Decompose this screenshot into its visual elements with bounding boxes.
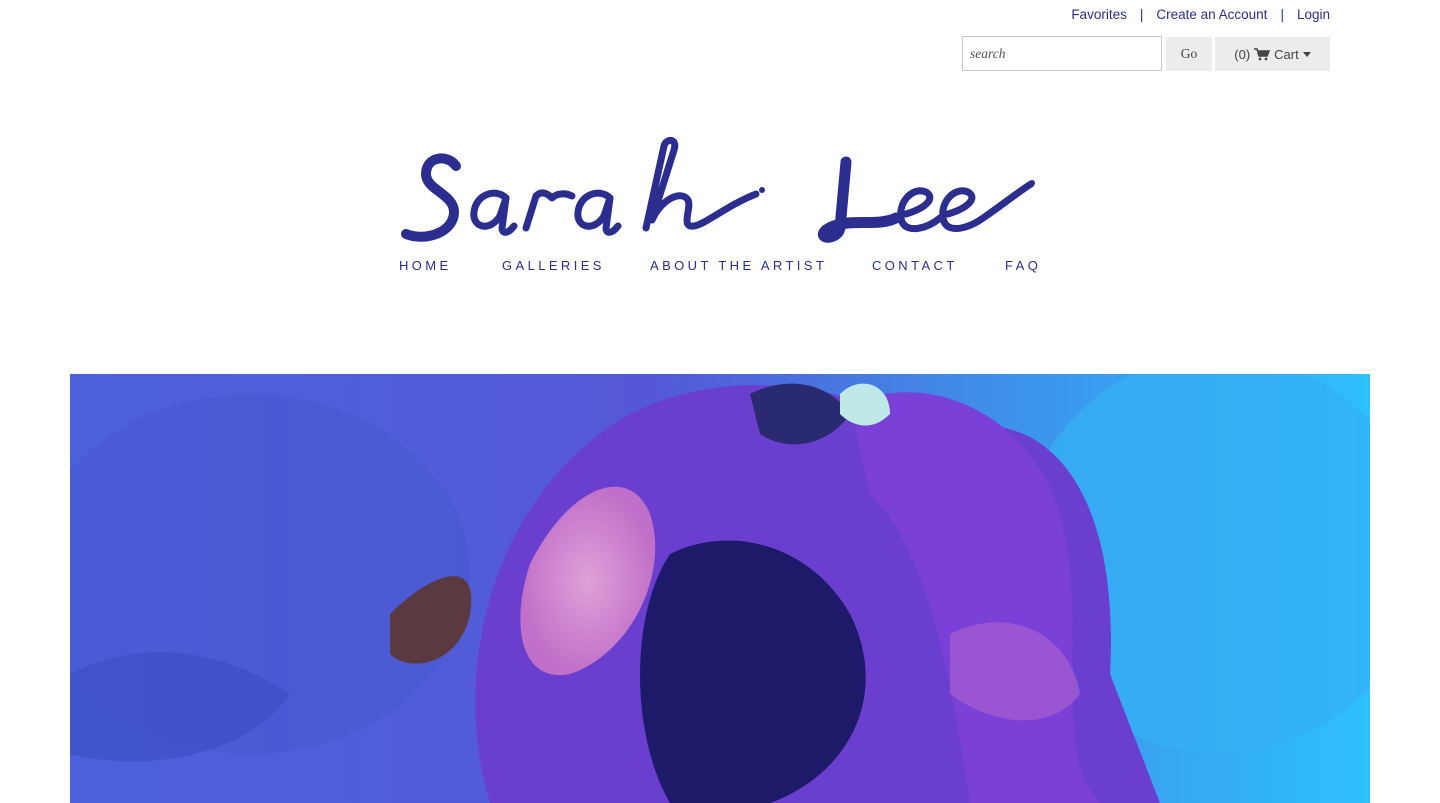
hero-image (70, 374, 1370, 803)
cart-button[interactable]: (0) Cart (1215, 37, 1330, 71)
link-separator: | (1280, 7, 1284, 22)
main-nav: HOME GALLERIES ABOUT THE ARTIST CONTACT … (399, 258, 1059, 276)
nav-item-home[interactable]: HOME (399, 258, 452, 273)
account-links: Favorites | Create an Account | Login (1071, 7, 1330, 22)
shopping-cart-icon (1254, 47, 1271, 61)
favorites-link[interactable]: Favorites (1071, 7, 1127, 22)
search-input[interactable] (962, 36, 1162, 71)
nav-item-contact[interactable]: CONTACT (872, 258, 958, 273)
link-separator: | (1139, 7, 1144, 22)
nav-item-about-the-artist[interactable]: ABOUT THE ARTIST (650, 258, 827, 273)
create-account-link[interactable]: Create an Account (1156, 7, 1267, 22)
site-logo[interactable] (396, 128, 1046, 248)
nav-item-faq[interactable]: FAQ (1005, 258, 1041, 273)
login-link[interactable]: Login (1297, 7, 1330, 22)
caret-down-icon (1302, 51, 1311, 57)
cart-label: Cart (1274, 46, 1299, 62)
cart-count: (0) (1234, 46, 1251, 62)
nav-item-galleries[interactable]: GALLERIES (502, 258, 605, 273)
go-button[interactable]: Go (1166, 37, 1212, 71)
